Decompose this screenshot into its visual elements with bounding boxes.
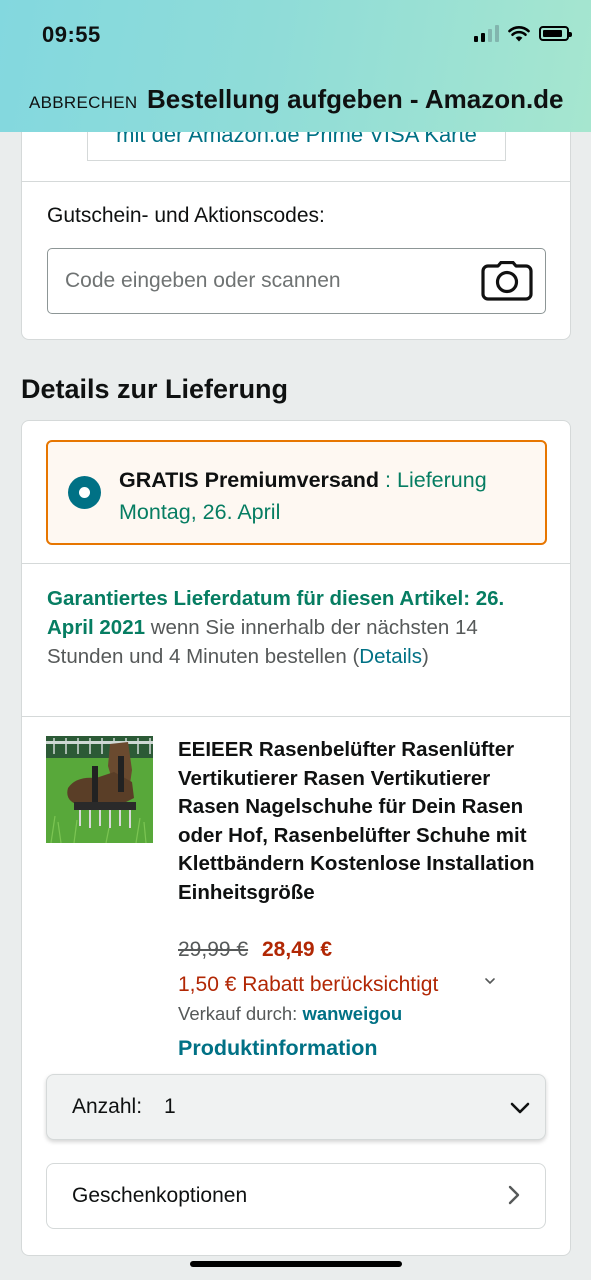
quantity-dropdown[interactable]: Anzahl: 1 bbox=[46, 1074, 546, 1140]
payment-card: mit der Amazon.de Prime VISA Karte Gutsc… bbox=[21, 100, 571, 340]
signal-icon bbox=[474, 24, 499, 42]
discount-text[interactable]: 1,50 € Rabatt berücksichtigt bbox=[178, 973, 438, 997]
divider bbox=[22, 181, 570, 182]
details-link[interactable]: Details bbox=[359, 645, 422, 668]
product-info-link[interactable]: Produktinformation bbox=[178, 1036, 377, 1061]
coupon-label: Gutschein- und Aktionscodes: bbox=[47, 204, 325, 227]
paren-open: ( bbox=[346, 645, 360, 668]
price-old: 29,99 € bbox=[178, 938, 249, 961]
battery-icon bbox=[539, 25, 572, 41]
cancel-button[interactable]: ABBRECHEN bbox=[29, 93, 138, 113]
chevron-down-icon bbox=[510, 1102, 530, 1114]
product-title[interactable]: EEIEER Rasenbelüfter Rasenlüfter Vertiku… bbox=[178, 736, 553, 908]
paren-close: ) bbox=[421, 645, 429, 668]
gift-options-button[interactable]: Geschenkoptionen bbox=[46, 1163, 546, 1229]
gift-options-label: Geschenkoptionen bbox=[72, 1184, 248, 1207]
quantity-label: Anzahl: bbox=[72, 1095, 143, 1118]
shipping-option-name: GRATIS Premiumversand bbox=[119, 468, 380, 492]
page-title: Bestellung aufgeben - Amazon.de bbox=[147, 84, 564, 114]
seller-info: Verkauf durch: wanweigou bbox=[178, 1003, 402, 1025]
home-indicator[interactable] bbox=[190, 1261, 402, 1267]
price-new: 28,49 € bbox=[262, 938, 333, 961]
app-header: 09:55 ABBRECHEN Bestellung aufgeben - Am… bbox=[0, 0, 591, 132]
status-time: 09:55 bbox=[42, 22, 101, 47]
chevron-down-icon[interactable] bbox=[484, 975, 496, 987]
seller-name[interactable]: wanweigou bbox=[302, 1003, 402, 1024]
seller-label: Verkauf durch: bbox=[178, 1003, 303, 1024]
shipping-option-premium[interactable]: GRATIS Premiumversand : Lieferung Montag… bbox=[46, 440, 547, 545]
coupon-input[interactable]: Code eingeben oder scannen bbox=[47, 248, 546, 314]
product-image[interactable] bbox=[46, 736, 153, 843]
divider bbox=[22, 563, 570, 564]
chevron-right-icon bbox=[508, 1185, 520, 1205]
camera-icon[interactable] bbox=[481, 261, 533, 301]
wifi-icon bbox=[508, 25, 530, 41]
delivery-guarantee: Garantiertes Lieferdatum für diesen Arti… bbox=[47, 584, 547, 671]
delivery-section-title: Details zur Lieferung bbox=[21, 374, 289, 404]
divider bbox=[22, 716, 570, 717]
coupon-placeholder: Code eingeben oder scannen bbox=[65, 269, 341, 292]
radio-selected-icon[interactable] bbox=[68, 476, 101, 509]
status-icons bbox=[474, 24, 572, 42]
delivery-card: GRATIS Premiumversand : Lieferung Montag… bbox=[21, 420, 571, 1256]
quantity-value: 1 bbox=[164, 1095, 176, 1118]
shipping-option-text: GRATIS Premiumversand : Lieferung Montag… bbox=[119, 464, 529, 528]
